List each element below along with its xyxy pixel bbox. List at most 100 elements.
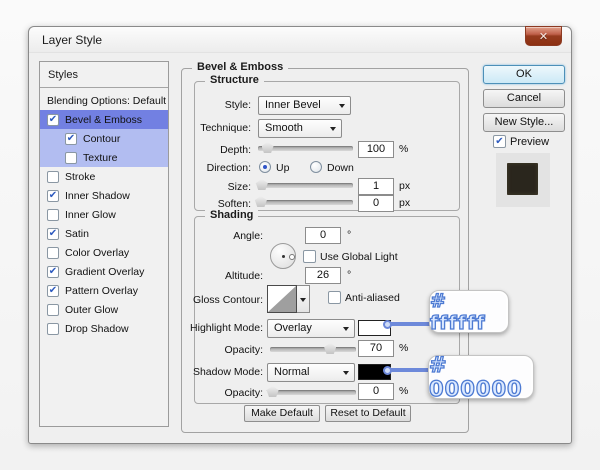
depth-slider-knob[interactable] <box>261 142 274 153</box>
checked-checkbox-icon[interactable]: ✔ <box>47 265 59 278</box>
checked-checkbox-icon[interactable]: ✔ <box>47 189 59 202</box>
cancel-button[interactable]: Cancel <box>483 89 565 108</box>
ok-button[interactable]: OK <box>483 65 565 84</box>
reset-to-default-button[interactable]: Reset to Default <box>325 405 411 422</box>
depth-slider[interactable] <box>258 142 353 153</box>
linear-contour-icon <box>268 286 296 312</box>
unchecked-checkbox-icon[interactable] <box>47 170 59 183</box>
size-slider-knob[interactable] <box>255 179 268 190</box>
styles-list-item-drop-shadow[interactable]: Drop Shadow <box>40 319 168 338</box>
chevron-down-icon <box>343 371 349 375</box>
highlight-opacity-knob[interactable] <box>324 343 337 354</box>
close-icon: ✕ <box>538 31 549 43</box>
highlight-opacity-slider[interactable] <box>270 343 356 354</box>
style-dropdown-value: Inner Bevel <box>265 99 321 111</box>
shadow-opacity-knob[interactable] <box>266 386 279 397</box>
preview-checkbox[interactable]: ✔ <box>493 135 506 148</box>
direction-up-radio[interactable] <box>259 161 271 173</box>
gloss-contour-dropdown-arrow[interactable] <box>297 285 310 313</box>
anti-aliased-checkbox[interactable] <box>328 291 341 304</box>
altitude-field[interactable]: 26 <box>305 267 341 284</box>
styles-list-item-label: Gradient Overlay <box>65 265 145 278</box>
styles-list-item-inner-glow[interactable]: Inner Glow <box>40 205 168 224</box>
styles-list-item-label: Bevel & Emboss <box>65 113 143 126</box>
size-slider[interactable] <box>255 179 353 190</box>
styles-panel-header: Styles <box>40 62 168 88</box>
styles-panel-title: Styles <box>48 69 78 81</box>
preview-label: Preview <box>510 136 550 148</box>
unchecked-checkbox-icon[interactable] <box>47 322 59 335</box>
shadow-opacity-field[interactable]: 0 <box>358 383 394 400</box>
chevron-down-icon <box>339 104 345 108</box>
anti-aliased-label: Anti-aliased <box>345 292 400 304</box>
size-label: Size: <box>227 181 251 193</box>
checked-checkbox-icon[interactable]: ✔ <box>65 132 77 145</box>
layer-style-dialog: Layer Style ✕ Styles Blending Options: D… <box>28 26 572 444</box>
direction-down-radio[interactable] <box>310 161 322 173</box>
styles-list-item-satin[interactable]: ✔ Satin <box>40 224 168 243</box>
shadow-hex-callout: # 000000 <box>428 352 534 402</box>
angle-dial-handle[interactable] <box>289 254 295 260</box>
styles-list-item-outer-glow[interactable]: Outer Glow <box>40 300 168 319</box>
technique-label: Technique: <box>200 122 251 134</box>
shadow-mode-dropdown[interactable]: Normal <box>267 363 355 382</box>
structure-title: Structure <box>205 74 264 86</box>
highlight-mode-dropdown[interactable]: Overlay <box>267 319 355 338</box>
unchecked-checkbox-icon[interactable] <box>47 246 59 259</box>
highlight-opacity-field[interactable]: 70 <box>358 340 394 357</box>
new-style-button[interactable]: New Style... <box>483 113 565 132</box>
soften-field[interactable]: 0 <box>358 195 394 212</box>
styles-list-item-gradient-overlay[interactable]: ✔ Gradient Overlay <box>40 262 168 281</box>
highlight-opacity-unit: % <box>399 342 409 354</box>
unchecked-checkbox-icon[interactable] <box>47 303 59 316</box>
angle-label: Angle: <box>233 230 263 242</box>
style-dropdown[interactable]: Inner Bevel <box>258 96 351 115</box>
size-field[interactable]: 1 <box>358 178 394 195</box>
shading-group: Shading Angle: 0 ° Use Global Light Alti… <box>190 209 460 404</box>
unchecked-checkbox-icon[interactable] <box>47 208 59 221</box>
angle-field[interactable]: 0 <box>305 227 341 244</box>
use-global-light-checkbox[interactable] <box>303 250 316 263</box>
soften-slider-knob[interactable] <box>254 196 267 207</box>
styles-list-item-label: Drop Shadow <box>65 322 129 335</box>
styles-list-item-stroke[interactable]: Stroke <box>40 167 168 186</box>
styles-list-item-inner-shadow[interactable]: ✔ Inner Shadow <box>40 186 168 205</box>
altitude-unit: ° <box>347 269 352 281</box>
use-global-light-label: Use Global Light <box>320 251 398 263</box>
styles-list-item-label: Texture <box>83 151 118 164</box>
highlight-hex-text: # ffffff <box>429 289 486 334</box>
styles-list-item-color-overlay[interactable]: Color Overlay <box>40 243 168 262</box>
styles-list-item-bevel-emboss[interactable]: ✔ Bevel & Emboss <box>40 110 168 129</box>
size-unit: px <box>399 180 411 192</box>
make-default-button[interactable]: Make Default <box>244 405 320 422</box>
dialog-titlebar[interactable]: Layer Style ✕ <box>29 26 571 53</box>
styles-list-item-pattern-overlay[interactable]: ✔ Pattern Overlay <box>40 281 168 300</box>
check-icon: ✔ <box>495 136 504 147</box>
checked-checkbox-icon[interactable]: ✔ <box>47 284 59 297</box>
angle-dial-center-dot <box>282 255 285 258</box>
styles-list: Blending Options: Default ✔ Bevel & Emboss… <box>40 88 168 338</box>
preview-style-swatch <box>507 163 538 195</box>
structure-group: Structure Style: Inner Bevel Technique: … <box>194 74 460 212</box>
styles-list-item-contour[interactable]: ✔ Contour <box>40 129 168 148</box>
styles-list-item-blending-options-default[interactable]: Blending Options: Default <box>40 91 168 110</box>
desktop-background: Layer Style ✕ Styles Blending Options: D… <box>0 0 600 470</box>
unchecked-checkbox-icon[interactable] <box>65 151 77 164</box>
close-button[interactable]: ✕ <box>525 26 562 46</box>
highlight-hex-callout: # ffffff <box>429 289 509 334</box>
depth-field[interactable]: 100 <box>358 141 394 158</box>
technique-dropdown[interactable]: Smooth <box>258 119 342 138</box>
soften-slider[interactable] <box>254 196 353 207</box>
shadow-opacity-slider[interactable] <box>266 386 356 397</box>
styles-list-item-texture[interactable]: Texture <box>40 148 168 167</box>
highlight-mode-label: Highlight Mode: <box>190 322 263 334</box>
depth-label: Depth: <box>220 144 251 156</box>
highlight-callout-line <box>391 322 431 326</box>
gloss-contour-thumbnail[interactable] <box>267 285 297 313</box>
styles-list-item-label: Outer Glow <box>65 303 119 316</box>
shadow-opacity-unit: % <box>399 385 409 397</box>
checked-checkbox-icon[interactable]: ✔ <box>47 113 59 126</box>
angle-unit: ° <box>347 229 352 241</box>
checked-checkbox-icon[interactable]: ✔ <box>47 227 59 240</box>
angle-dial[interactable] <box>270 243 296 269</box>
